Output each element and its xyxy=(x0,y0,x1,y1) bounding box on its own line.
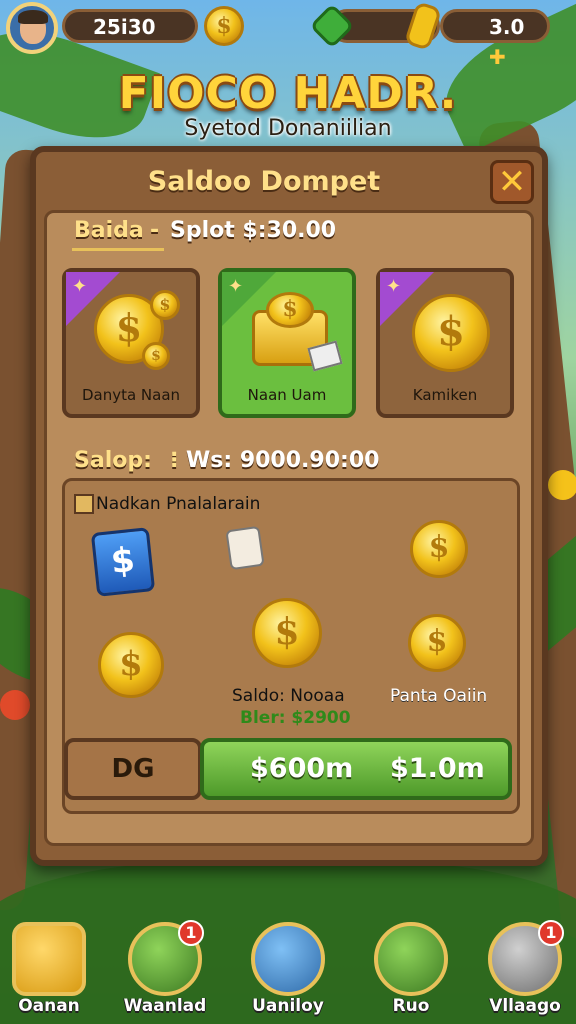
sparkle-icon: ✦ xyxy=(386,276,402,297)
coin-icon: $ xyxy=(142,342,170,370)
energy-amount: 3.0 xyxy=(489,15,525,39)
coin-icon[interactable]: $ xyxy=(252,598,322,668)
dg-button[interactable]: DG xyxy=(64,738,202,800)
add-energy-icon[interactable]: ✚ xyxy=(489,45,506,69)
item-label: Saldo: Nooaa xyxy=(232,686,345,706)
nav-label: Ruo xyxy=(392,996,430,1016)
buy-button[interactable]: $600m $1.0m xyxy=(200,738,512,800)
flower-icon xyxy=(548,470,576,500)
coin-icon[interactable]: $ xyxy=(98,632,164,698)
coin-icon[interactable]: $ xyxy=(204,6,244,46)
coin-icon[interactable]: $ xyxy=(408,614,466,672)
nav-label: Uaniloy xyxy=(252,996,324,1016)
balance-value: Splot $:30.00 xyxy=(170,218,337,243)
checkbox-label: Nadkan Pnalalarain xyxy=(96,494,261,514)
coin-icon: $ xyxy=(150,290,180,320)
filter-checkbox[interactable] xyxy=(74,494,94,514)
puzzle-icon xyxy=(374,922,448,996)
energy-counter: 3.0 ✚ xyxy=(440,9,550,69)
balance-underline xyxy=(72,248,164,251)
player-avatar[interactable] xyxy=(6,2,58,54)
notification-badge: 1 xyxy=(538,920,564,946)
avatar-hair xyxy=(18,10,48,24)
item-sublabel: Bler: $2900 xyxy=(240,708,351,728)
currency-counter: 25i30 xyxy=(62,9,198,43)
card-label: Danyta Naan xyxy=(81,386,181,404)
section-label: Salop: xyxy=(74,448,152,473)
cash-card-icon[interactable]: $ xyxy=(90,527,156,597)
nav-item-inventory[interactable]: Uaniloy xyxy=(243,922,333,1016)
section-value: Ws: 9000.90:00 xyxy=(186,448,380,473)
card-label: Naan Uam xyxy=(247,386,327,404)
item-label: Panta Oaiin xyxy=(390,686,488,706)
buy-left-label: $600m xyxy=(250,753,354,784)
ring-icon: 1 xyxy=(488,920,564,996)
nav-item-home[interactable]: Oanan xyxy=(4,922,94,1016)
nav-item-shop[interactable]: 1 Waanlad xyxy=(120,920,210,1016)
scroll-icon xyxy=(251,922,325,996)
offer-card-selected[interactable]: ✦ $ Naan Uam xyxy=(218,268,356,418)
offer-card[interactable]: ✦ $ Kamiken xyxy=(376,268,514,418)
books-icon xyxy=(12,922,86,996)
section-separator: ⁝ xyxy=(170,448,179,473)
nav-item-map[interactable]: Ruo xyxy=(366,922,456,1016)
coin-icon[interactable]: $ xyxy=(410,520,468,578)
sparkle-icon: ✦ xyxy=(228,276,244,297)
coin-icon: $ xyxy=(412,294,490,372)
notification-badge: 1 xyxy=(178,920,204,946)
panel-title: Saldoo Dompet xyxy=(147,166,381,197)
nav-label: Waanlad xyxy=(123,996,207,1016)
flower-icon xyxy=(0,690,30,720)
game-title: FIOCO HADR. xyxy=(118,68,458,119)
close-icon: ✕ xyxy=(497,162,527,202)
offer-card[interactable]: ✦ $ $ $ Danyta Naan xyxy=(62,268,200,418)
nav-label: Vllaago xyxy=(489,996,561,1016)
currency-amount: 25i30 xyxy=(93,15,156,39)
top-bar: 25i30 $ 3.0 ✚ xyxy=(0,0,576,69)
card-label: Kamiken xyxy=(412,386,478,404)
nav-item-village[interactable]: 1 Vllaago xyxy=(480,920,570,1016)
close-button[interactable]: ✕ xyxy=(490,160,534,204)
sparkle-icon: ✦ xyxy=(72,276,88,297)
balance-label: Baida xyxy=(74,218,144,243)
chest-icon: 1 xyxy=(128,920,204,996)
nav-label: Oanan xyxy=(18,996,80,1016)
balance-dash: - xyxy=(150,218,160,243)
game-subtitle: Syetod Donaniilian xyxy=(184,116,392,141)
note-icon[interactable] xyxy=(225,525,265,571)
coin-icon: $ xyxy=(266,292,314,328)
buy-right-label: $1.0m xyxy=(390,753,485,784)
